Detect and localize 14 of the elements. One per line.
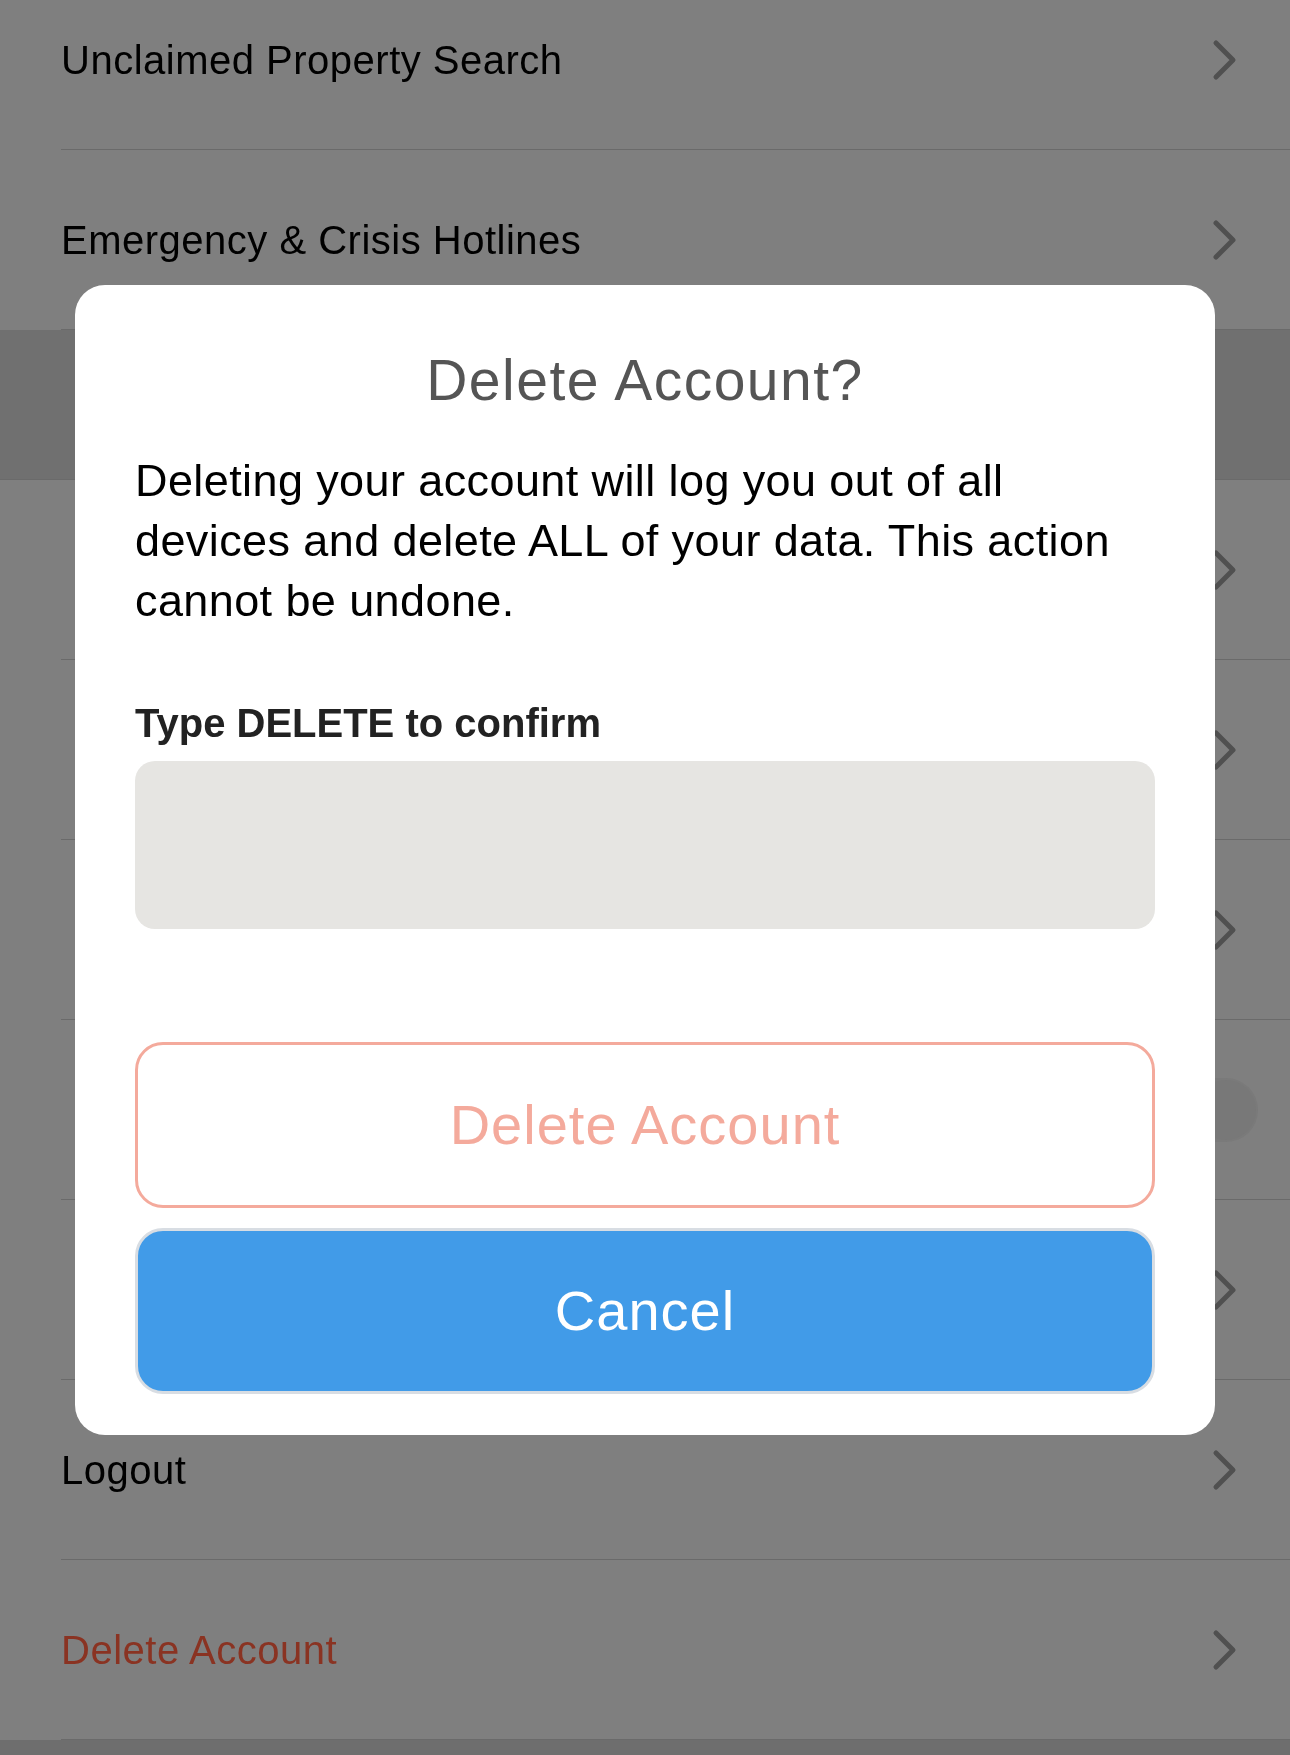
menu-item[interactable]: Unclaimed Property Search [61, 0, 1290, 150]
chevron-right-icon [1212, 1448, 1238, 1491]
dialog-message: Deleting your account will log you out of all devices and delete ALL of your data. This action cannot be undone. [135, 454, 1110, 628]
chevron-right-icon [1212, 38, 1238, 81]
chevron-right-icon [1212, 218, 1238, 261]
dialog-title: Delete Account? [425, 347, 865, 414]
field-label: Type DELETE to confirm [135, 700, 602, 747]
chevron-right-icon [1212, 1268, 1238, 1311]
chevron-right-icon [1212, 728, 1238, 771]
chevron-right-icon [1212, 548, 1238, 591]
cancel-button[interactable]: Cancel [135, 1228, 1155, 1394]
chevron-right-icon [1212, 1628, 1238, 1671]
confirm-input-field[interactable] [135, 761, 1155, 929]
chevron-right-icon [1212, 908, 1238, 951]
